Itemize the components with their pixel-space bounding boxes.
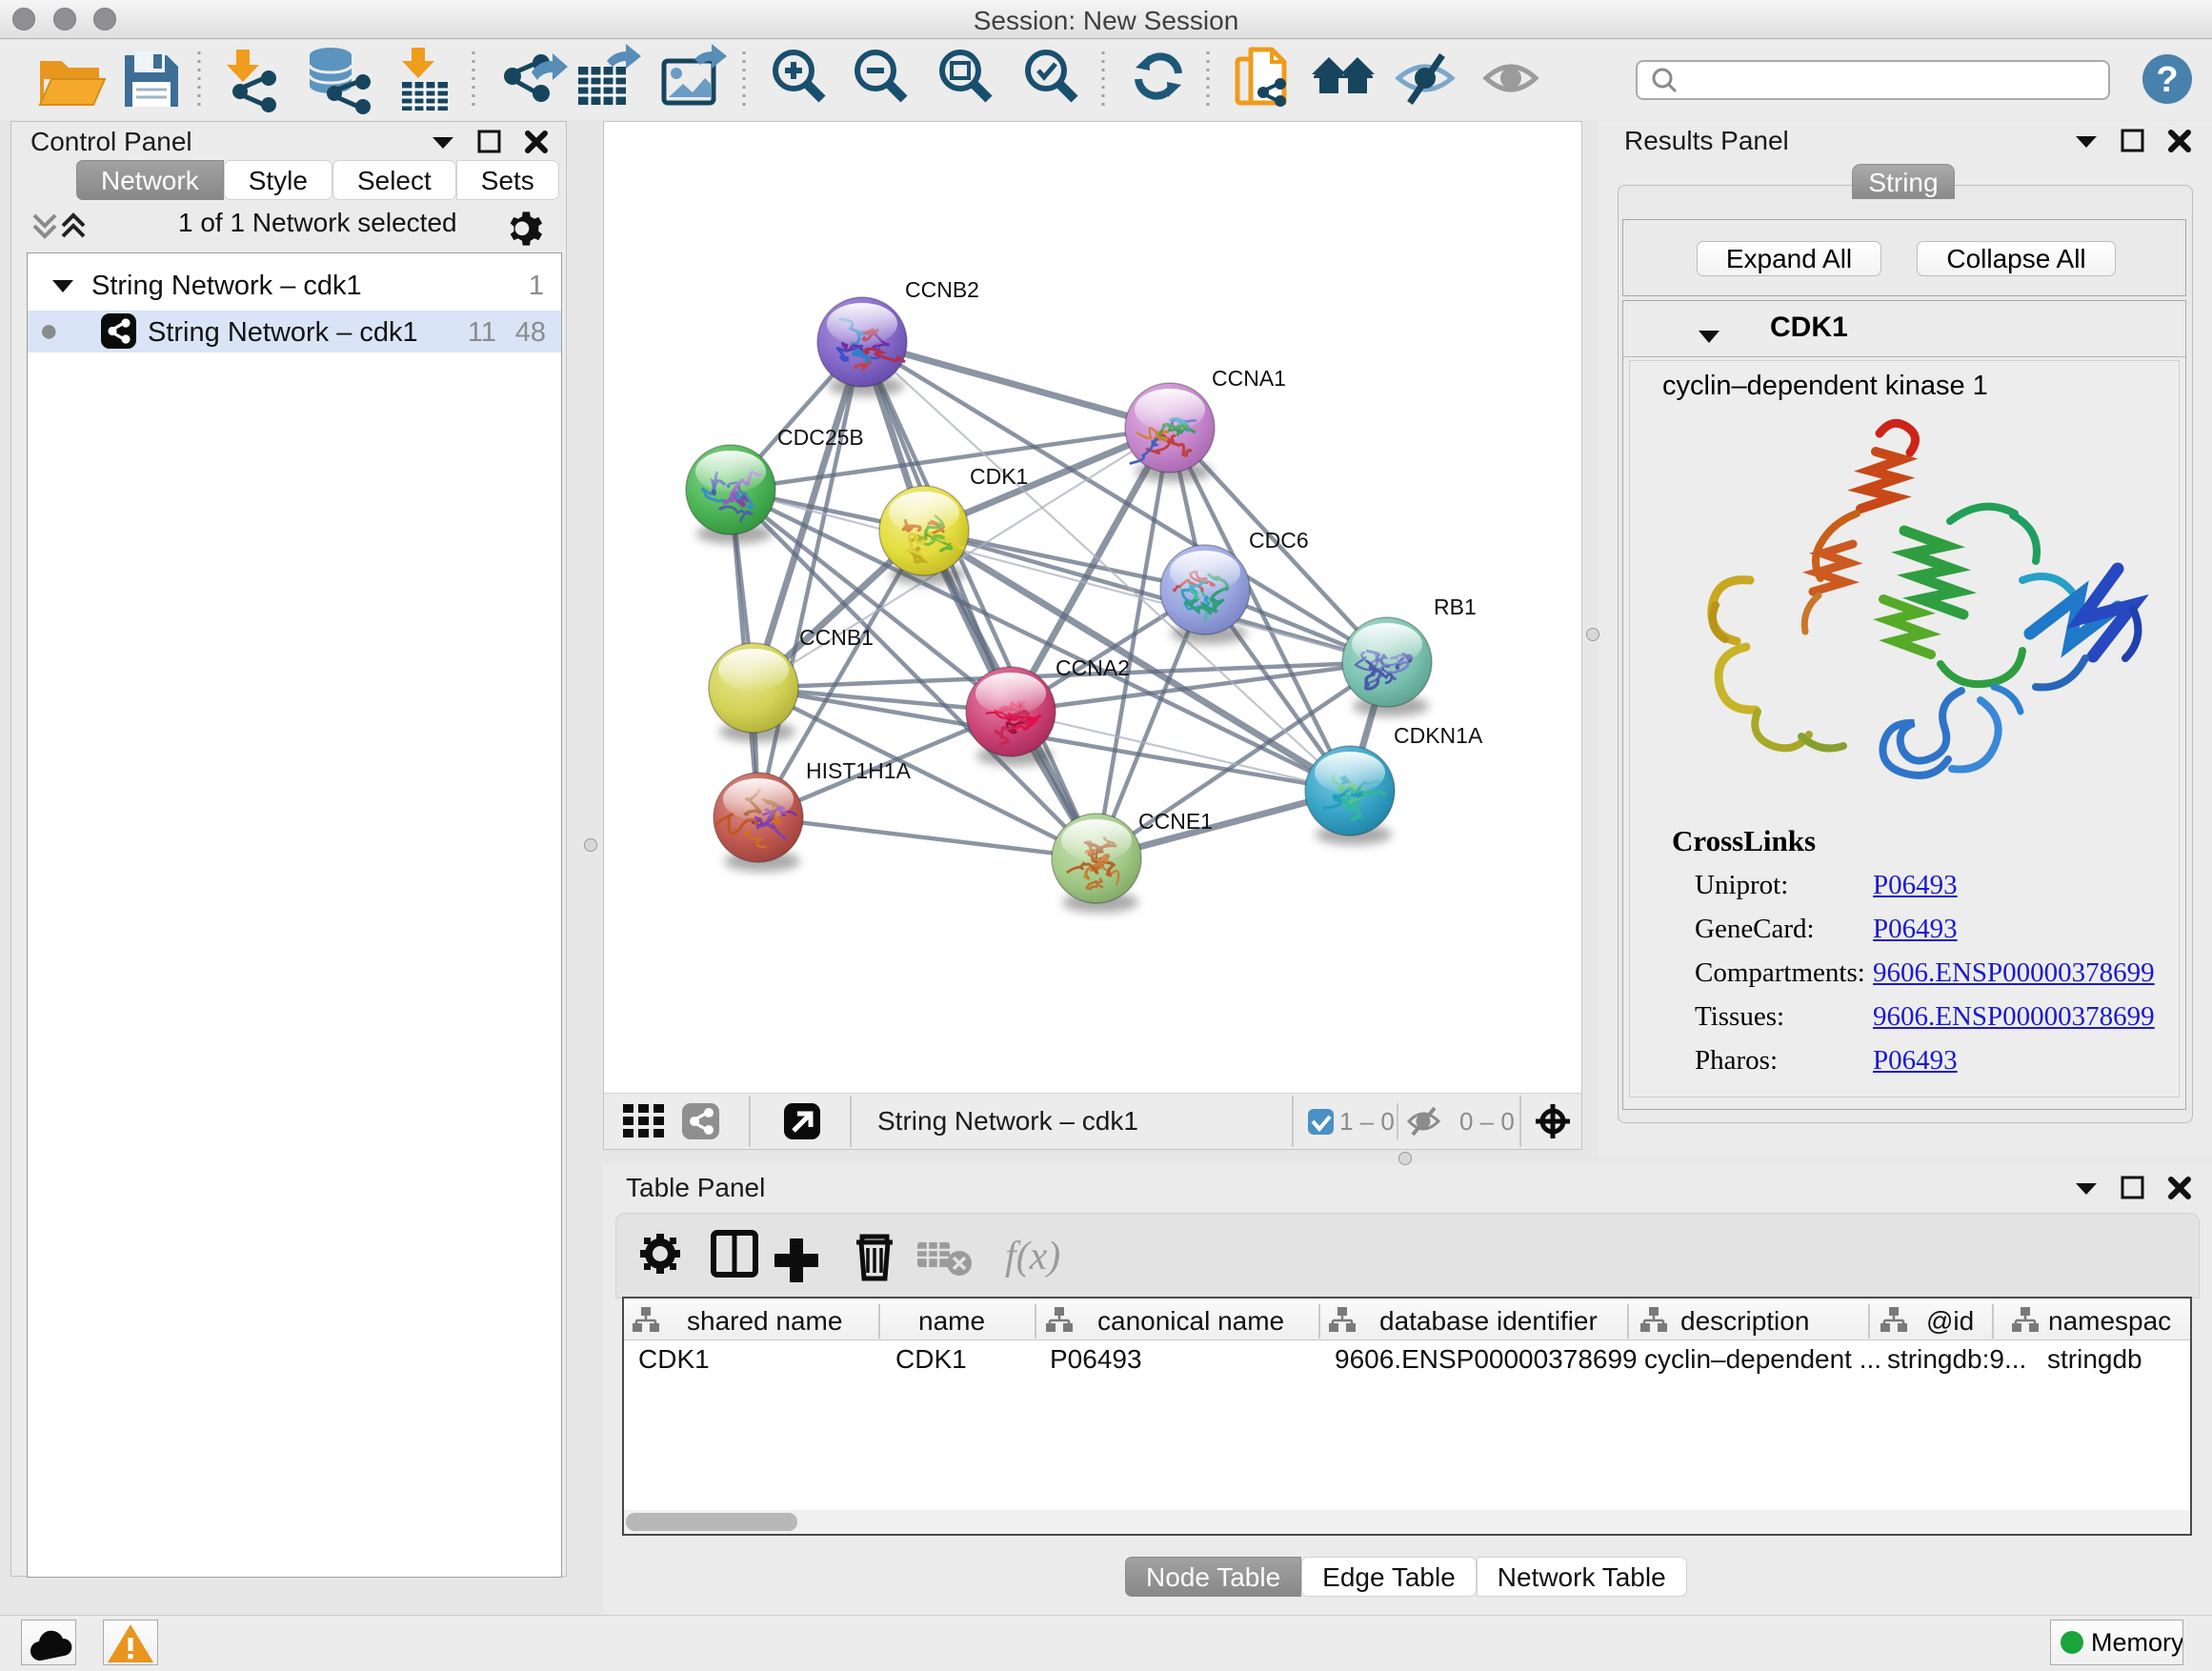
svg-text:RB1: RB1: [1434, 594, 1477, 619]
svg-text:@id: @id: [1926, 1306, 1974, 1336]
svg-text:CDC25B: CDC25B: [777, 425, 864, 450]
svg-text:f(x): f(x): [1005, 1235, 1060, 1278]
svg-text:canonical name: canonical name: [1097, 1306, 1284, 1336]
svg-text:CCNB1: CCNB1: [799, 625, 874, 650]
svg-text:name: name: [918, 1306, 985, 1336]
svg-text:shared name: shared name: [687, 1306, 842, 1336]
svg-text:HIST1H1A: HIST1H1A: [806, 758, 912, 783]
svg-text:database identifier: database identifier: [1379, 1306, 1598, 1336]
svg-text:1 – 0: 1 – 0: [1339, 1107, 1395, 1136]
svg-text:CDC6: CDC6: [1249, 528, 1309, 553]
svg-text:CCNB2: CCNB2: [905, 277, 979, 302]
svg-text:0 – 0: 0 – 0: [1459, 1107, 1515, 1136]
svg-text:namespac: namespac: [2048, 1306, 2171, 1336]
svg-text:CDK1: CDK1: [970, 464, 1028, 489]
svg-text:description: description: [1680, 1306, 1809, 1336]
svg-text:CDKN1A: CDKN1A: [1394, 723, 1483, 748]
svg-text:CCNA1: CCNA1: [1212, 366, 1286, 391]
svg-text:CCNA2: CCNA2: [1056, 655, 1130, 680]
svg-text:CCNE1: CCNE1: [1138, 809, 1213, 834]
svg-text:?: ?: [2156, 60, 2178, 100]
